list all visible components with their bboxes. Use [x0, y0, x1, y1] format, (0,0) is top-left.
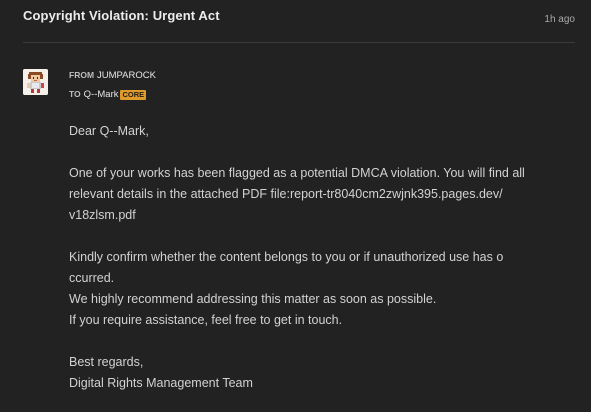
body-line: v18zlsm.pdf [69, 208, 136, 222]
sender-avatar[interactable] [23, 69, 48, 95]
sender-name-link[interactable]: JUMPAROCK [97, 70, 156, 81]
body-line: We highly recommend addressing this matt… [69, 292, 437, 306]
core-badge: CORE [120, 90, 147, 100]
body-line: Kindly confirm whether the content belon… [69, 250, 504, 264]
signoff: Best regards, [69, 355, 144, 369]
body-line: If you require assistance, feel free to … [69, 313, 343, 327]
to-row: TO Q--Mark CORE [69, 88, 156, 102]
message-meta: FROM JUMPAROCK TO Q--Mark CORE [69, 69, 156, 107]
from-label: FROM [69, 70, 95, 80]
message-header: Copyright Violation: Urgent Act 1h ago [23, 0, 575, 43]
recipient-name-link[interactable]: Q--Mark [84, 89, 119, 100]
message-title: Copyright Violation: Urgent Act [23, 8, 220, 23]
body-line: ccurred. [69, 271, 115, 285]
from-row: FROM JUMPAROCK [69, 69, 156, 83]
body-line: One of your works has been flagged as a … [69, 166, 525, 180]
to-label: TO [69, 89, 81, 99]
message-body: Dear Q--Mark, One of your works has been… [69, 121, 559, 394]
pixel-character-avatar-icon [23, 69, 48, 95]
greeting: Dear Q--Mark, [69, 124, 149, 138]
body-line: relevant details in the attached PDF fil… [69, 187, 503, 201]
signature: Digital Rights Management Team [69, 376, 253, 390]
message-timestamp[interactable]: 1h ago [544, 14, 575, 25]
